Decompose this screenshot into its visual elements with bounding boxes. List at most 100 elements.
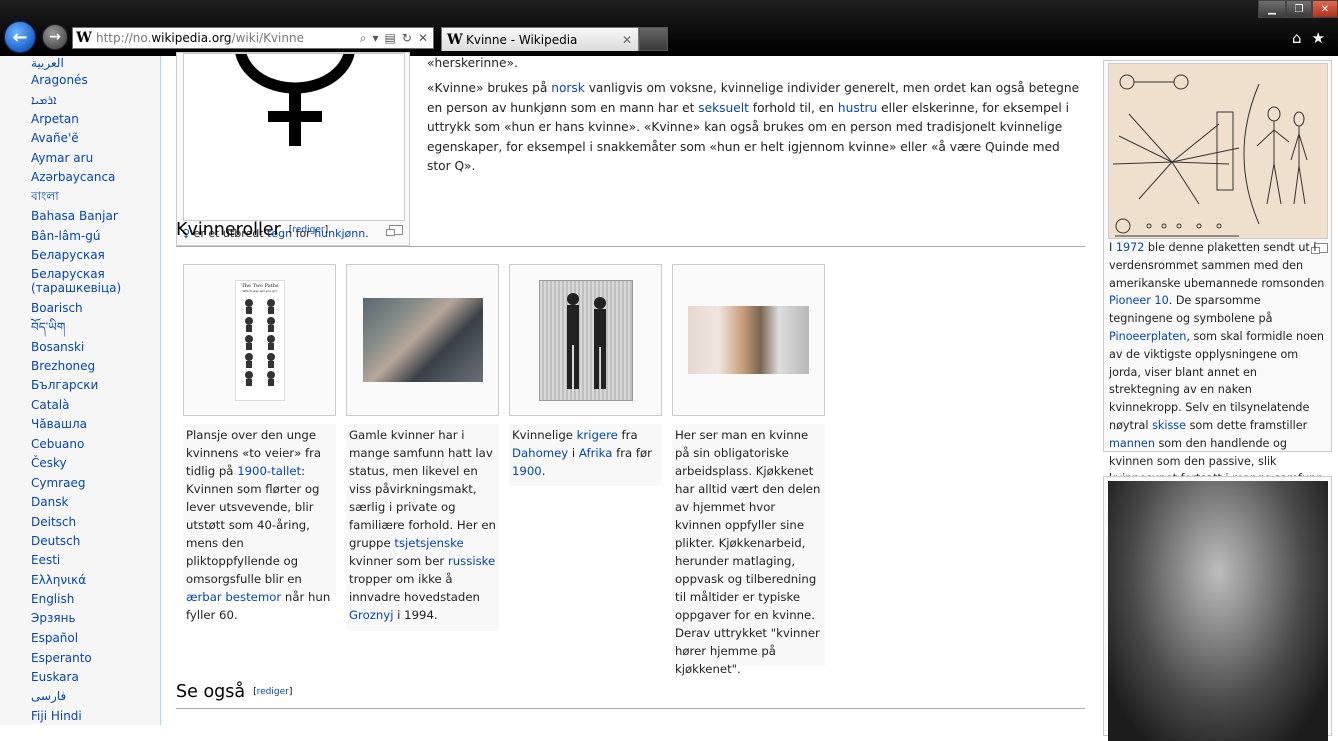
sidebar-language-link[interactable]: Эрзянь: [31, 611, 76, 625]
link-pioneer-10[interactable]: Pioneer 10: [1109, 294, 1169, 307]
link-skisse[interactable]: skisse: [1152, 419, 1186, 432]
minimize-button[interactable]: ▁: [1258, 0, 1286, 18]
forward-arrow-icon: →: [49, 29, 61, 45]
compatibility-view-icon[interactable]: ▤: [385, 31, 396, 46]
tab-title: Kvinne - Wikipedia: [466, 32, 578, 47]
wikipedia-favicon-icon: W: [447, 31, 463, 48]
migrant-mother-thumbnail: [1103, 476, 1332, 741]
sidebar-language-link[interactable]: Deutsch: [31, 534, 80, 548]
tab-close-icon[interactable]: ✕: [622, 33, 638, 47]
sidebar-language-link[interactable]: Dansk: [31, 495, 68, 509]
sidebar-language-link[interactable]: English: [31, 592, 74, 606]
sidebar-language-link[interactable]: Cymraeg: [31, 476, 85, 490]
sidebar-language-link[interactable]: Boarisch: [31, 301, 83, 315]
sidebar-language-link[interactable]: Cebuano: [31, 437, 84, 451]
link-1972[interactable]: 1972: [1116, 241, 1144, 254]
sidebar-language-link[interactable]: Ελληνικά: [31, 573, 86, 587]
sidebar-language-link[interactable]: Azərbaycanca: [31, 170, 115, 184]
sidebar-language-link[interactable]: Bosanski: [31, 340, 84, 354]
forward-button[interactable]: →: [42, 24, 68, 50]
search-icon[interactable]: ⌕: [360, 31, 367, 46]
window-controls: ▁ ❐ ✕: [1258, 0, 1338, 18]
home-icon[interactable]: ⌂: [1292, 29, 1302, 47]
venus-image-frame[interactable]: [183, 53, 405, 221]
kvinne-usage-paragraph: «Kvinne» brukes på norsk vanligvis om vo…: [427, 81, 1080, 173]
sidebar-language-link[interactable]: Беларуская: [31, 267, 105, 281]
link-pinoeerplaten[interactable]: Pinoeerplaten: [1109, 330, 1186, 343]
pioneer-plaque-image[interactable]: [1108, 63, 1328, 239]
sidebar-language-link[interactable]: Esperanto: [31, 651, 92, 665]
migrant-mother-photo[interactable]: [1108, 481, 1328, 741]
link-1900[interactable]: 1900: [512, 464, 542, 478]
favorites-star-icon[interactable]: ★: [1312, 29, 1325, 47]
link-dahomey[interactable]: Dahomey: [512, 446, 568, 460]
pioneer-plaque-caption: I 1972 ble denne plaketten sendt ut i ve…: [1109, 241, 1325, 503]
sidebar-language-link[interactable]: Euskara: [31, 670, 79, 684]
gallery-caption-kitchen: Her ser man en kvinne på sin obligatoris…: [672, 424, 825, 676]
gallery-item-poster: The Two Paths Which way will you go?: [183, 264, 336, 416]
heading-kvinneroller: Kvinneroller [rediger]: [176, 220, 1085, 247]
sidebar-language-link[interactable]: ܐܪܡܝܐ: [31, 93, 56, 107]
sidebar-language-link[interactable]: Bân-lâm-gú: [31, 229, 100, 243]
close-window-button[interactable]: ✕: [1312, 0, 1338, 18]
sidebar-language-link[interactable]: Deitsch: [31, 515, 76, 529]
gallery-caption-dahomey: Kvinnelige krigere fra Dahomey i Afrika …: [509, 424, 662, 486]
gallery-item-dahomey-warriors: [509, 264, 662, 416]
gallery-item-kitchen: [672, 264, 825, 416]
sidebar-language-link[interactable]: བོད་ཡིག: [31, 320, 65, 334]
two-paths-poster-image[interactable]: The Two Paths Which way will you go?: [235, 280, 285, 401]
link-groznyj[interactable]: Groznyj: [349, 608, 393, 622]
sidebar-language-link[interactable]: العربية: [31, 56, 64, 70]
minimize-icon: ▁: [1268, 3, 1276, 15]
sidebar-language-link[interactable]: Bahasa Banjar: [31, 209, 118, 223]
sidebar-language-link[interactable]: Español: [31, 631, 78, 645]
sidebar-language-link[interactable]: Aymar aru: [31, 151, 93, 165]
sidebar-language-link[interactable]: Aragonés: [31, 73, 88, 87]
new-tab-button[interactable]: [639, 27, 668, 51]
link-hustru[interactable]: hustru: [838, 101, 877, 115]
sidebar-language-link[interactable]: Fiji Hindi: [31, 709, 82, 723]
stop-icon[interactable]: ✕: [418, 31, 428, 46]
dropdown-icon[interactable]: ▾: [373, 31, 379, 46]
sidebar-language-link[interactable]: فارسی: [31, 689, 66, 703]
venus-thumbnail: ♀ er et utbredt tegn for hunkjønn.: [176, 52, 410, 246]
link-russiske[interactable]: russiske: [448, 554, 495, 568]
sidebar-language-link[interactable]: Arpetan: [31, 112, 79, 126]
herskerinne-line: «herskerinne».: [427, 56, 518, 70]
kitchen-photo[interactable]: [688, 306, 809, 374]
sidebar-language-link[interactable]: Чӑвашла: [31, 417, 87, 431]
link-norsk[interactable]: norsk: [551, 81, 585, 95]
edit-kvinneroller-link[interactable]: rediger: [292, 225, 324, 235]
close-icon: ✕: [1320, 3, 1330, 15]
wikipedia-favicon-icon: W: [76, 30, 92, 46]
back-button[interactable]: ←: [4, 21, 36, 53]
sidebar-language-link[interactable]: Български: [31, 378, 98, 392]
sidebar-language-link[interactable]: বাংলা: [31, 189, 59, 203]
link-seksuelt[interactable]: seksuelt: [698, 101, 749, 115]
link-1900-tallet[interactable]: 1900-tallet: [237, 464, 301, 478]
browser-chrome: ← → W http://no.wikipedia.org/wiki/Kvinn…: [0, 0, 1338, 56]
maximize-icon: ❐: [1294, 3, 1304, 15]
tab-kvinne[interactable]: W Kvinne - Wikipedia ✕: [441, 27, 639, 51]
sidebar-language-link[interactable]: Беларуская: [31, 248, 105, 262]
refresh-icon[interactable]: ↻: [402, 31, 412, 46]
address-bar[interactable]: W http://no.wikipedia.org/wiki/Kvinne ⌕ …: [72, 27, 434, 49]
chechen-women-photo[interactable]: [363, 298, 483, 382]
sidebar-language-link[interactable]: (тарашкевіца): [31, 281, 121, 295]
sidebar-language-link[interactable]: Català: [31, 398, 69, 412]
link-aerbar-bestemor[interactable]: ærbar bestemor: [186, 590, 281, 604]
sidebar-language-link[interactable]: Eesti: [31, 553, 60, 567]
link-afrika[interactable]: Afrika: [579, 446, 612, 460]
link-mannen[interactable]: mannen: [1109, 437, 1155, 450]
dahomey-warriors-photo[interactable]: [539, 280, 633, 401]
sidebar-language-link[interactable]: Česky: [31, 456, 67, 470]
edit-se-ogsa-link[interactable]: rediger: [257, 687, 289, 697]
sidebar-language-link[interactable]: Brezhoneg: [31, 359, 95, 373]
sidebar-language-link[interactable]: Avañe'ẽ: [31, 131, 79, 145]
link-krigere[interactable]: krigere: [577, 428, 618, 442]
heading-se-ogsa: Se også [rediger]: [176, 682, 1085, 709]
link-tsjetsjenske[interactable]: tsjetsjenske: [394, 536, 463, 550]
gallery-caption-chechen-women: Gamle kvinner har i mange samfunn hatt l…: [346, 424, 499, 631]
maximize-button[interactable]: ❐: [1286, 0, 1312, 18]
url-text[interactable]: http://no.wikipedia.org/wiki/Kvinne: [96, 31, 360, 45]
